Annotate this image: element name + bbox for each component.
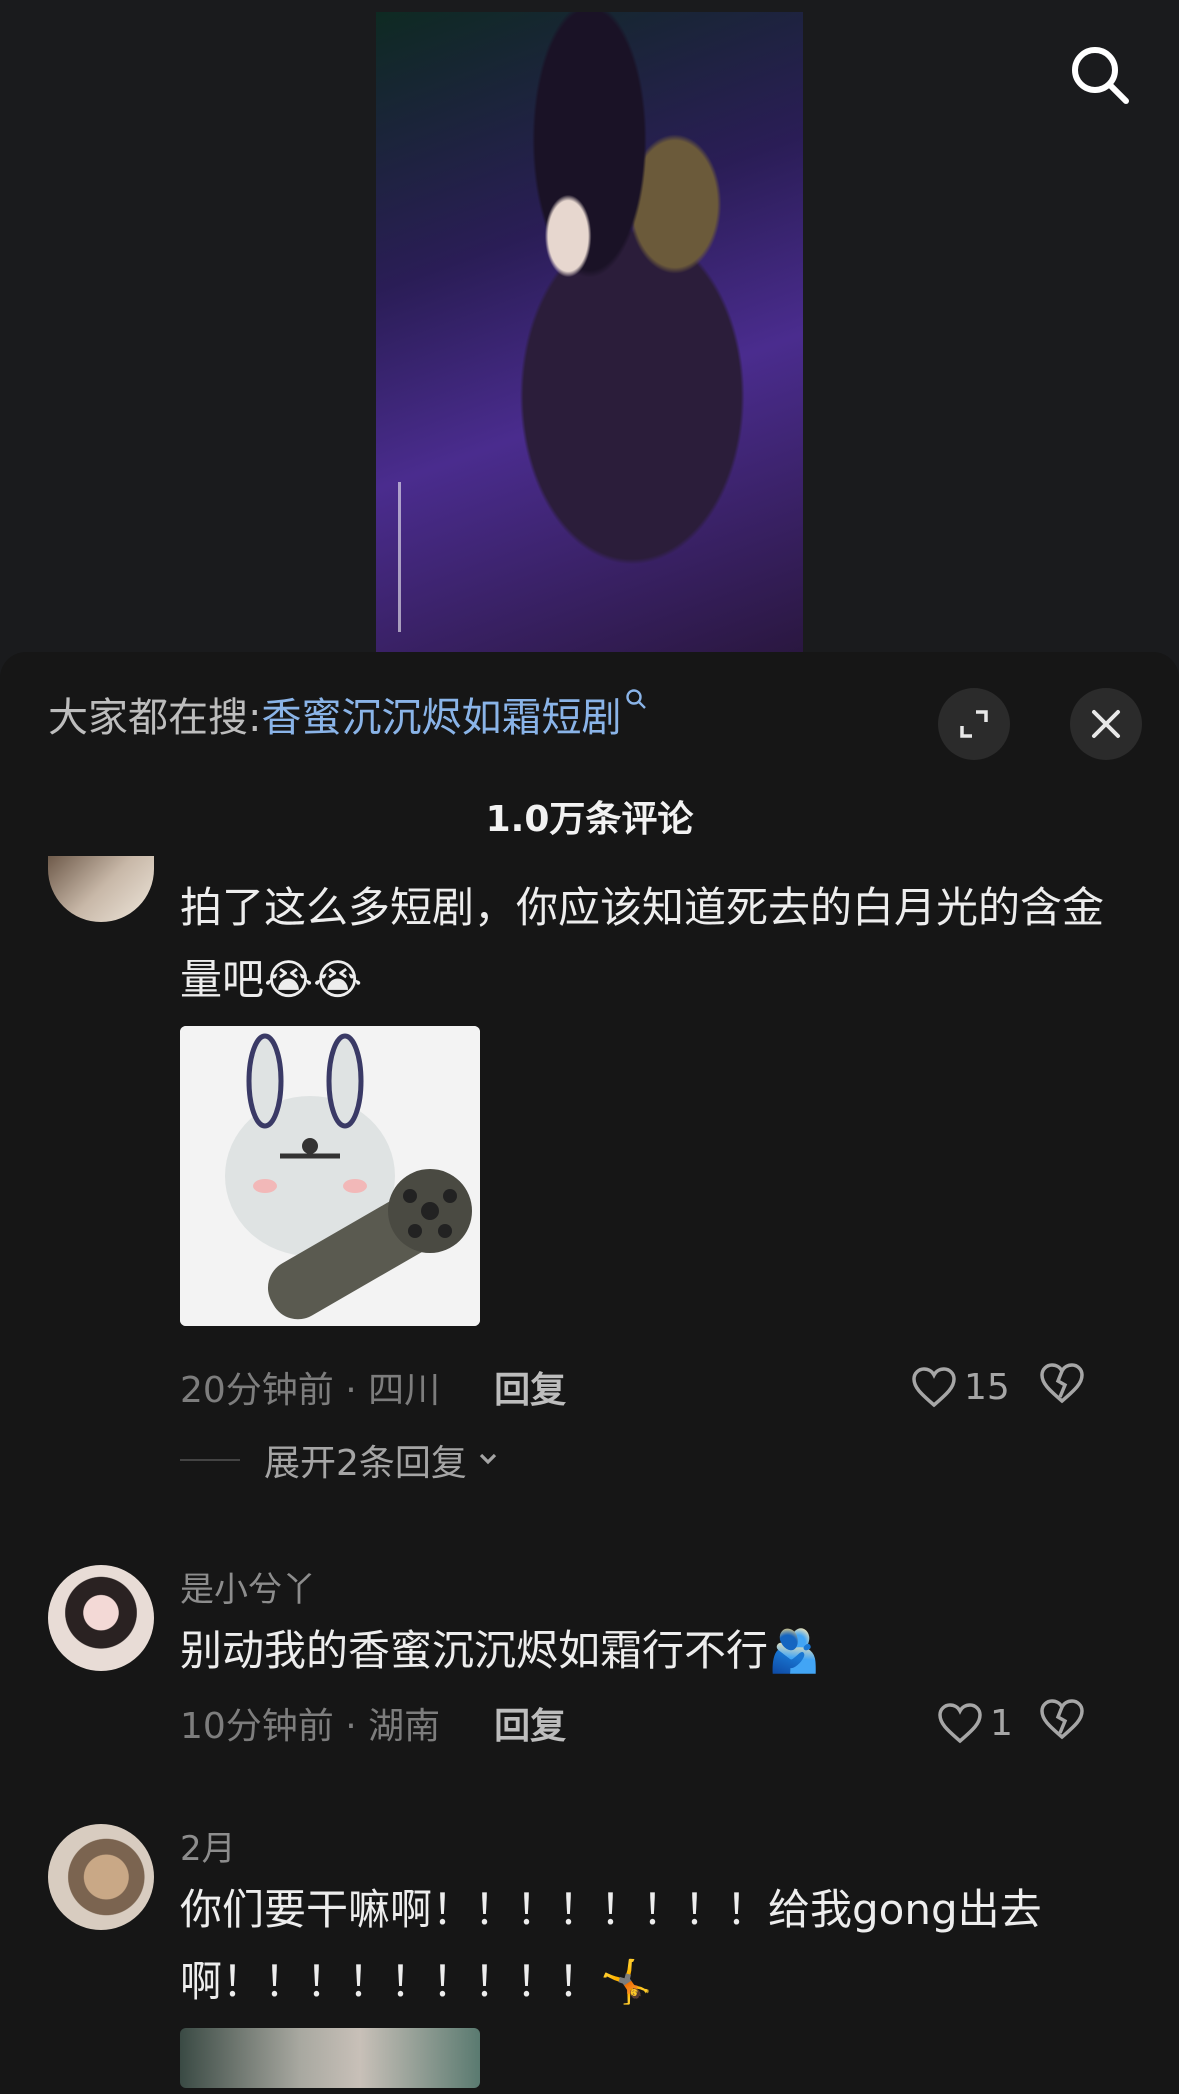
comment-count: 1.0万条评论 bbox=[485, 799, 694, 840]
avatar[interactable] bbox=[48, 1824, 154, 1930]
like-button[interactable]: 15 bbox=[910, 1365, 1010, 1409]
comment-text: 别动我的香蜜沉沉烬如霜行不行🫂 bbox=[180, 1626, 821, 1675]
comment-time: 10分钟前 · 湖南 bbox=[180, 1706, 441, 1747]
dislike-button[interactable] bbox=[1038, 1697, 1086, 1750]
divider-line bbox=[180, 1459, 240, 1461]
expand-replies-button[interactable]: 展开2条回复 bbox=[180, 1434, 501, 1486]
video-area[interactable] bbox=[0, 0, 1179, 680]
comment-image[interactable] bbox=[180, 1026, 480, 1326]
comment-time: 20分钟前 · 四川 bbox=[180, 1370, 441, 1411]
chevron-down-icon bbox=[475, 1440, 501, 1481]
suggested-search[interactable]: 大家都在搜: 香蜜沉沉烬如霜短剧 bbox=[48, 682, 647, 746]
broken-heart-icon bbox=[1040, 1698, 1084, 1739]
comment-text: 你们要干嘛啊！！！！！！！！给我gong出去啊！！！！！！！！！🤸 bbox=[180, 1885, 1042, 2006]
expand-panel-button[interactable] bbox=[938, 688, 1010, 760]
comment-item: 2月 你们要干嘛啊！！！！！！！！给我gong出去啊！！！！！！！！！🤸 bbox=[0, 1824, 1179, 2094]
calligraphy-watermark bbox=[398, 482, 441, 632]
video-frame[interactable] bbox=[376, 12, 803, 652]
comment-content: 拍了这么多短剧，你应该知道死去的白月光的含金量吧😭😭 bbox=[180, 872, 1110, 1326]
comment-content: 是小兮丫 别动我的香蜜沉沉烬如霜行不行🫂 bbox=[180, 1565, 1110, 1687]
rabbit-gun-sticker bbox=[180, 1026, 480, 1326]
suggested-search-query[interactable]: 香蜜沉沉烬如霜短剧 bbox=[261, 685, 621, 743]
comment-text: 拍了这么多短剧，你应该知道死去的白月光的含金量吧😭😭 bbox=[180, 883, 1105, 1004]
broken-heart-icon bbox=[1040, 1362, 1084, 1403]
avatar[interactable] bbox=[48, 1565, 154, 1671]
heart-icon bbox=[912, 1367, 956, 1408]
reply-button[interactable]: 回复 bbox=[494, 1361, 566, 1413]
search-small-icon bbox=[625, 687, 647, 717]
avatar[interactable] bbox=[48, 856, 154, 922]
search-icon bbox=[1072, 47, 1129, 104]
expand-replies-label: 展开2条回复 bbox=[264, 1443, 467, 1484]
comment-panel: 大家都在搜: 香蜜沉沉烬如霜短剧 1.0万条评论 拍了这么多短剧，你应该知道死去… bbox=[0, 652, 1179, 2092]
close-panel-button[interactable] bbox=[1070, 688, 1142, 760]
comment-item: 拍了这么多短剧，你应该知道死去的白月光的含金量吧😭😭 20分钟前 · 四川 回复… bbox=[0, 856, 1179, 1484]
dislike-button[interactable] bbox=[1038, 1361, 1086, 1414]
comment-content: 2月 你们要干嘛啊！！！！！！！！给我gong出去啊！！！！！！！！！🤸 bbox=[180, 1824, 1110, 2088]
like-count: 1 bbox=[990, 1702, 1013, 1744]
suggested-search-prefix: 大家都在搜: bbox=[48, 695, 262, 741]
comment-meta: 20分钟前 · 四川 回复 15 bbox=[180, 1357, 1130, 1417]
search-button[interactable] bbox=[1065, 40, 1135, 110]
expand-icon bbox=[960, 710, 988, 738]
close-icon bbox=[1092, 710, 1120, 738]
heart-icon bbox=[938, 1703, 982, 1744]
comment-item: 是小兮丫 别动我的香蜜沉沉烬如霜行不行🫂 10分钟前 · 湖南 回复 1 bbox=[0, 1565, 1179, 1785]
comment-meta: 10分钟前 · 湖南 回复 1 bbox=[180, 1693, 1130, 1753]
reply-button[interactable]: 回复 bbox=[494, 1697, 566, 1749]
like-button[interactable]: 1 bbox=[936, 1701, 1013, 1745]
like-count: 15 bbox=[964, 1366, 1010, 1408]
comment-username[interactable]: 2月 bbox=[180, 1824, 1110, 1874]
comment-username[interactable]: 是小兮丫 bbox=[180, 1565, 1110, 1615]
comment-image[interactable] bbox=[180, 2028, 480, 2088]
